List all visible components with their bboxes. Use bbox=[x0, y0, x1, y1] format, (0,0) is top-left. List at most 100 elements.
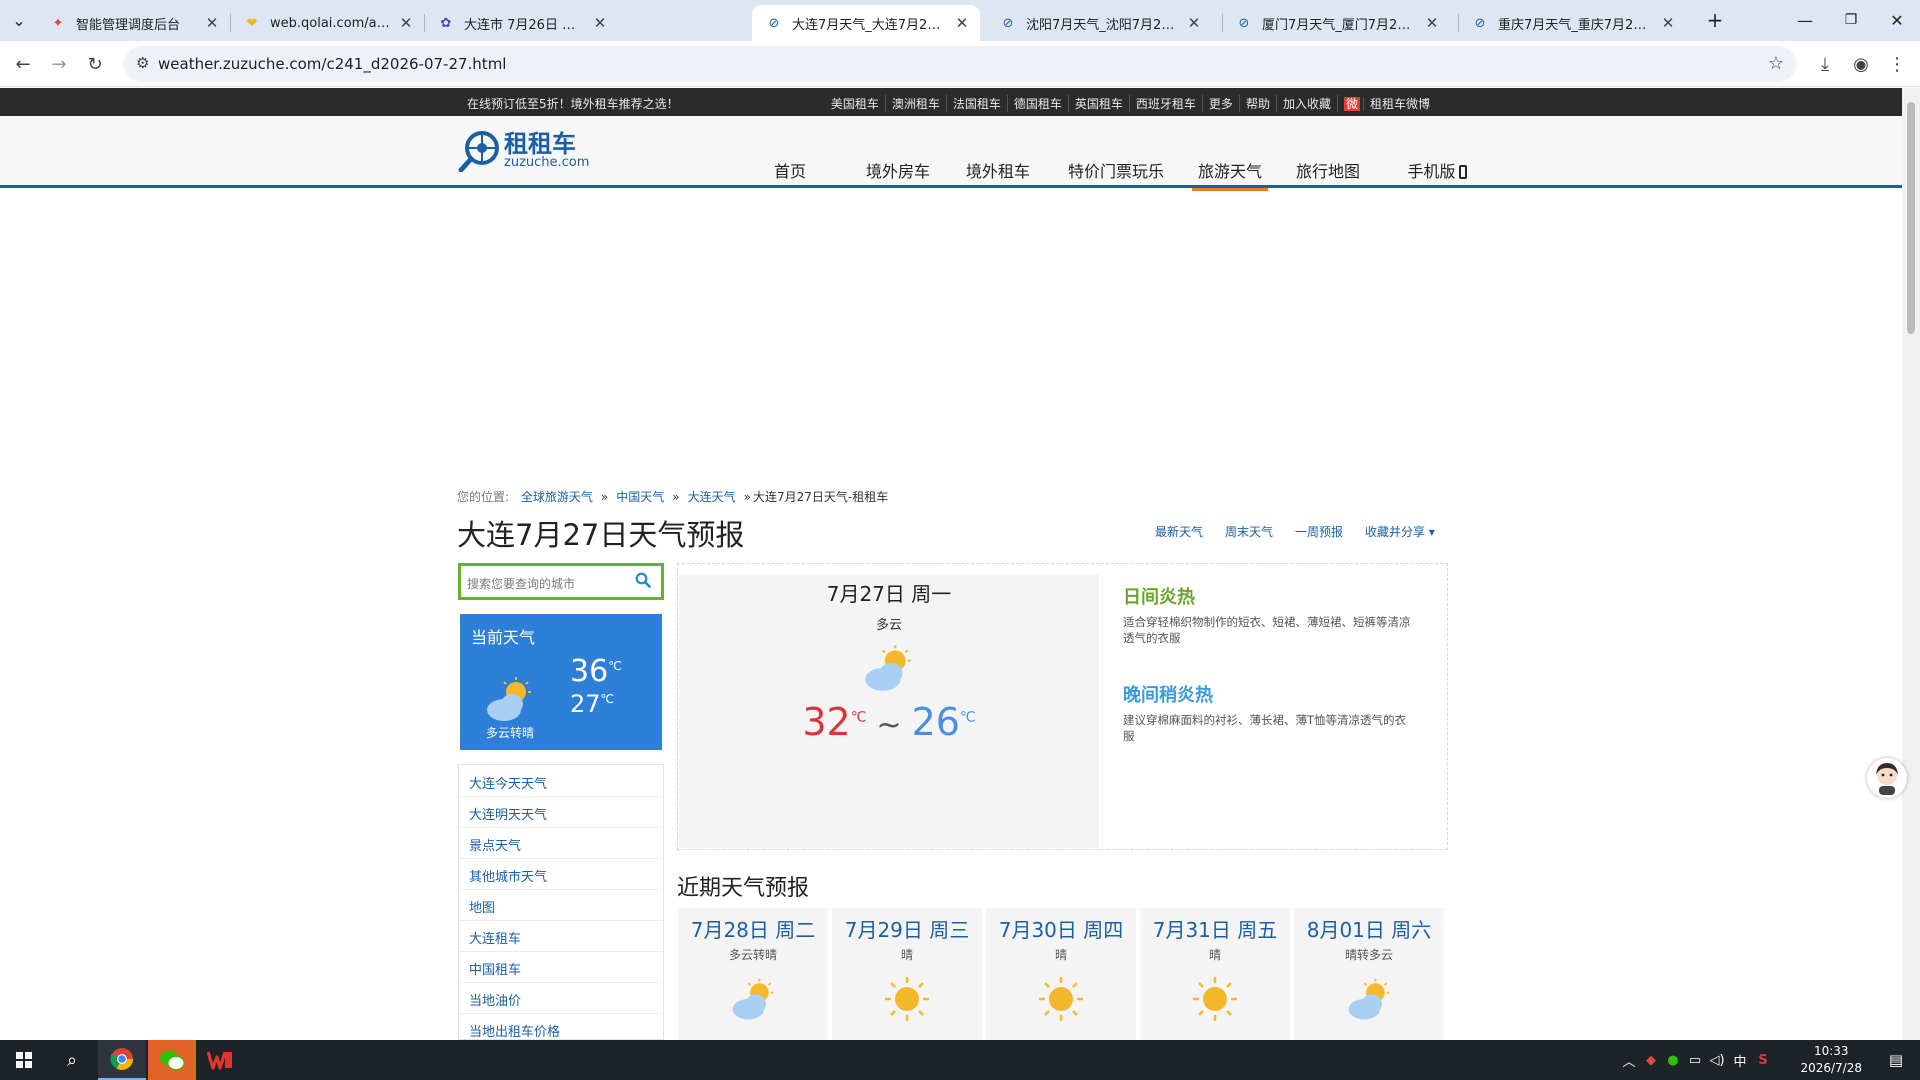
browser-tab[interactable]: ❤ web.qolai.com/admin/index.h ✕ bbox=[230, 5, 424, 41]
wechat-tray-icon[interactable]: ● bbox=[1662, 1053, 1684, 1068]
side-link[interactable]: 当地油价 bbox=[469, 990, 521, 1009]
browser-tab[interactable]: ⊘ 厦门7月天气_厦门7月27日天气 ✕ bbox=[1222, 5, 1450, 41]
windows-start-icon[interactable] bbox=[0, 1040, 48, 1080]
forecast-day-card[interactable]: 7月29日 周三 晴 bbox=[832, 908, 982, 1040]
wechat-taskbar-icon[interactable] bbox=[148, 1040, 196, 1080]
forecast-day-card[interactable]: 7月28日 周二 多云转晴 bbox=[678, 908, 828, 1040]
top-link[interactable]: 澳洲租车 bbox=[884, 95, 946, 112]
close-tab-icon[interactable]: ✕ bbox=[204, 14, 220, 32]
breadcrumb-link[interactable]: 大连天气 bbox=[688, 490, 736, 504]
top-link[interactable]: 西班牙租车 bbox=[1128, 95, 1202, 112]
page-scrollbar[interactable] bbox=[1902, 88, 1920, 1040]
nav-home[interactable]: 首页 bbox=[752, 158, 828, 188]
top-link[interactable]: 法国租车 bbox=[945, 95, 1007, 112]
latest-weather-link[interactable]: 最新天气 bbox=[1155, 523, 1203, 540]
top-link[interactable]: 加入收藏 bbox=[1275, 95, 1337, 112]
close-tab-icon[interactable]: ✕ bbox=[1424, 14, 1440, 32]
system-clock[interactable]: 10:33 2026/7/28 bbox=[1800, 1043, 1862, 1077]
back-arrow-icon[interactable]: ← bbox=[8, 49, 38, 79]
search-icon[interactable] bbox=[635, 572, 651, 588]
side-link[interactable]: 大连明天天气 bbox=[469, 804, 547, 823]
today-condition: 多云 bbox=[875, 618, 902, 633]
breadcrumb-link[interactable]: 中国天气 bbox=[616, 490, 664, 504]
browser-tab[interactable]: ✦ 智能管理调度后台 ✕ bbox=[36, 5, 230, 41]
forecast-condition: 多云转晴 bbox=[728, 948, 777, 962]
show-hidden-icons-chevron-icon[interactable]: ︿ bbox=[1618, 1051, 1640, 1070]
nav-weather-active[interactable]: 旅游天气 bbox=[1192, 158, 1268, 191]
breadcrumb-link[interactable]: 全球旅游天气 bbox=[521, 490, 593, 504]
ime-indicator[interactable]: 中 bbox=[1728, 1051, 1752, 1070]
forecast-day-card[interactable]: 7月31日 周五 晴 bbox=[1140, 908, 1290, 1040]
bookmark-star-icon[interactable]: ☆ bbox=[1768, 53, 1784, 74]
top-link[interactable]: 帮助 bbox=[1238, 95, 1276, 112]
close-tab-icon[interactable]: ✕ bbox=[398, 14, 414, 32]
current-weather-heading: 当前天气 bbox=[471, 628, 536, 647]
close-window-icon[interactable]: ✕ bbox=[1874, 0, 1920, 40]
side-link[interactable]: 当地出租车价格 bbox=[469, 1021, 560, 1040]
browser-tab-active[interactable]: ⊘ 大连7月天气_大连7月27日天气 ✕ bbox=[752, 5, 980, 41]
nav-map[interactable]: 旅行地图 bbox=[1286, 158, 1370, 188]
forecast-day-card[interactable]: 8月01日 周六 晴转多云 bbox=[1294, 908, 1444, 1040]
side-link[interactable]: 中国租车 bbox=[469, 959, 521, 978]
restore-icon[interactable]: ❐ bbox=[1828, 0, 1874, 40]
share-dropdown[interactable]: 收藏并分享 ▾ bbox=[1365, 523, 1435, 540]
nav-car-rental[interactable]: 境外租车 bbox=[956, 158, 1040, 188]
site-logo[interactable]: 租租车 zuzuche.com bbox=[458, 128, 589, 172]
city-search[interactable]: 搜索您要查询的城市 bbox=[458, 563, 664, 600]
top-link[interactable]: 更多 bbox=[1201, 95, 1239, 112]
close-tab-icon[interactable]: ✕ bbox=[592, 14, 608, 32]
top-link[interactable]: 德国租车 bbox=[1006, 95, 1068, 112]
side-link[interactable]: 大连今天天气 bbox=[469, 773, 547, 792]
browser-tab[interactable]: ⊘ 重庆7月天气_重庆7月27日天气 ✕ bbox=[1458, 5, 1686, 41]
close-tab-icon[interactable]: ✕ bbox=[1660, 14, 1676, 32]
nav-rv[interactable]: 境外房车 bbox=[856, 158, 940, 188]
new-tab-plus-icon[interactable]: + bbox=[1702, 8, 1728, 32]
browser-tab[interactable]: ✿ 大连市 7月26日 天气 租租车_自 ✕ bbox=[424, 5, 618, 41]
notification-center-icon[interactable]: ▤ bbox=[1872, 1040, 1920, 1080]
week-forecast-link[interactable]: 一周预报 bbox=[1295, 523, 1343, 540]
forecast-condition: 晴转多云 bbox=[1344, 948, 1393, 962]
download-icon[interactable]: ⤓ bbox=[1810, 49, 1840, 79]
forecast-date: 7月30日 周四 bbox=[998, 918, 1124, 942]
partly-cloudy-icon bbox=[1348, 978, 1390, 1020]
reload-icon[interactable]: ↻ bbox=[80, 49, 110, 79]
site-info-icon[interactable]: ⚙ bbox=[136, 54, 149, 72]
wps-taskbar-icon[interactable] bbox=[196, 1040, 244, 1080]
close-tab-icon[interactable]: ✕ bbox=[1186, 14, 1202, 32]
chrome-taskbar-icon[interactable] bbox=[98, 1040, 146, 1080]
address-bar[interactable]: ⚙ weather.zuzuche.com/c241_d2026-07-27.h… bbox=[124, 46, 1796, 82]
volume-icon[interactable]: ◁) bbox=[1706, 1053, 1728, 1068]
forecast-day-card[interactable]: 7月30日 周四 晴 bbox=[986, 908, 1136, 1040]
sogou-ime-icon[interactable]: S bbox=[1752, 1053, 1774, 1068]
antivirus-tray-icon[interactable]: ◆ bbox=[1640, 1053, 1662, 1068]
side-link-list: 大连今天天气 大连明天天气 景点天气 其他城市天气 地图 大连租车 中国租车 当… bbox=[458, 764, 664, 1040]
search-icon[interactable]: ⌕ bbox=[48, 1040, 96, 1080]
nav-tickets[interactable]: 特价门票玩乐 bbox=[1048, 158, 1184, 188]
search-input[interactable]: 搜索您要查询的城市 bbox=[467, 575, 575, 592]
top-link[interactable]: 美国租车 bbox=[825, 95, 885, 112]
side-link[interactable]: 大连租车 bbox=[469, 928, 521, 947]
close-tab-icon[interactable]: ✕ bbox=[954, 14, 970, 32]
side-link[interactable]: 地图 bbox=[469, 897, 495, 916]
today-high: 32℃ bbox=[802, 700, 867, 744]
url-text[interactable]: weather.zuzuche.com/c241_d2026-07-27.htm… bbox=[158, 55, 506, 73]
minimize-icon[interactable]: — bbox=[1782, 0, 1828, 40]
side-link[interactable]: 景点天气 bbox=[469, 835, 521, 854]
menu-kebab-icon[interactable]: ⋮ bbox=[1882, 49, 1912, 79]
forward-arrow-icon[interactable]: → bbox=[44, 49, 74, 79]
browser-tab[interactable]: ⊘ 沈阳7月天气_沈阳7月26日天气 ✕ bbox=[986, 5, 1212, 41]
breadcrumb-current: 大连7月27日天气-租租车 bbox=[752, 490, 889, 504]
promo-text[interactable]: 在线预订低至5折！境外租车推荐之选！ bbox=[467, 95, 679, 112]
side-link[interactable]: 其他城市天气 bbox=[469, 866, 547, 885]
night-tip-title: 晚间稍炎热 bbox=[1123, 685, 1213, 706]
weibo-link[interactable]: 微租租车微博 bbox=[1336, 95, 1442, 112]
top-link[interactable]: 英国租车 bbox=[1067, 95, 1129, 112]
browser-tab-strip: ⌄ ✦ 智能管理调度后台 ✕ ❤ web.qolai.com/admin/ind… bbox=[0, 0, 1920, 41]
tab-search-chevron-icon[interactable]: ⌄ bbox=[6, 8, 32, 32]
weekend-weather-link[interactable]: 周末天气 bbox=[1225, 523, 1273, 540]
scrollbar-thumb[interactable] bbox=[1907, 102, 1915, 334]
profile-icon[interactable]: ◉ bbox=[1846, 49, 1876, 79]
network-icon[interactable]: ▭ bbox=[1684, 1053, 1706, 1068]
nav-mobile[interactable]: 手机版 bbox=[1402, 158, 1472, 188]
customer-service-avatar-icon[interactable] bbox=[1867, 758, 1907, 798]
